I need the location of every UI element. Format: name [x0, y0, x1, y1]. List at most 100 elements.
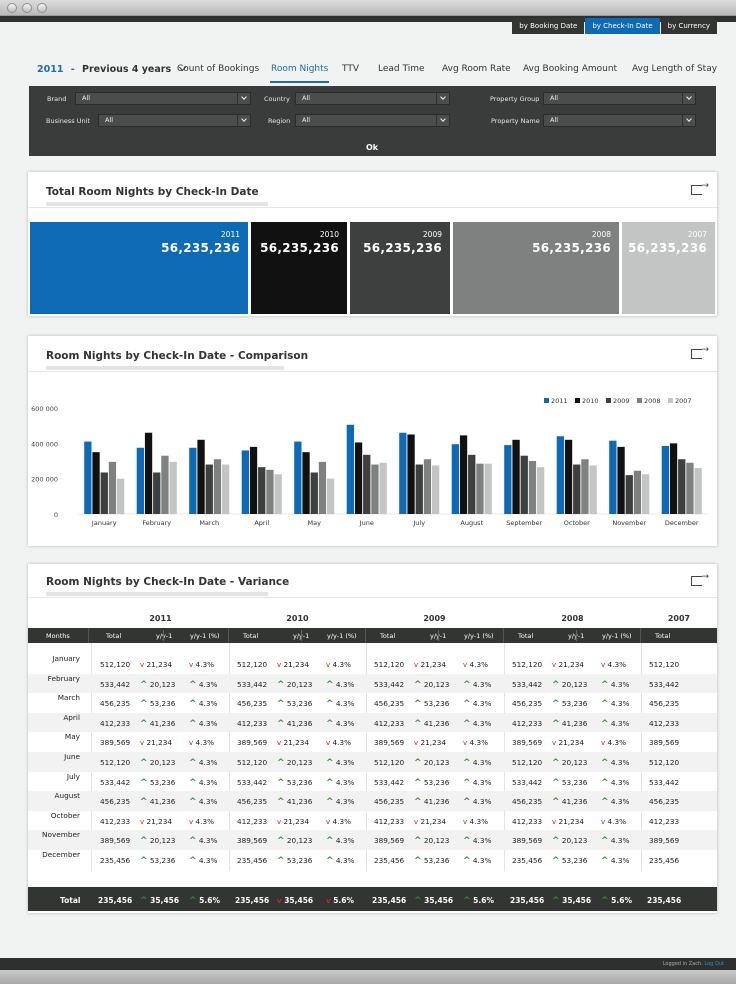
arrow-up-icon: ^ — [552, 777, 560, 788]
bar-2007-november — [642, 474, 650, 514]
total-cell-yy-pct: v 5.6% — [326, 896, 354, 905]
cell-yy-pct-value: 4.3% — [333, 836, 355, 846]
tab-avg-room-rate[interactable]: Avg Room Rate — [442, 64, 511, 74]
header-divider — [576, 630, 577, 641]
tab-ttv[interactable]: TTV — [342, 64, 359, 74]
cell-yy-value: 21,234 — [281, 660, 310, 669]
arrow-up-icon: ^ — [601, 896, 609, 906]
cell-yy-value: 21,234 — [144, 816, 173, 826]
cell-total: 512,120 — [100, 660, 131, 669]
arrow-up-icon: ^ — [601, 856, 609, 866]
bar-2008-may — [318, 461, 327, 514]
year-header-2011: 2011 — [149, 614, 172, 623]
tab-lead-time[interactable]: Lead Time — [378, 64, 425, 74]
bar-2011-january — [84, 441, 92, 514]
cell-yy: ^ 53,236 — [414, 699, 449, 709]
y-tick-label: 600 000 — [31, 405, 58, 413]
tab-avg-length-of-stay[interactable]: Avg Length of Stay — [632, 64, 717, 74]
property-group-select[interactable]: All — [543, 92, 696, 105]
cell-yy: ^ 41,236 — [414, 719, 449, 729]
total-cell-yy-pct-value: 5.6% — [196, 896, 220, 905]
total-tile-2008[interactable]: 2008 56,235,236 — [453, 222, 619, 314]
x-tick-label: August — [460, 519, 483, 527]
cell-total: 533,442 — [512, 679, 543, 689]
period-separator: - — [70, 64, 75, 75]
bar-2008-november — [633, 470, 642, 514]
export-icon[interactable] — [691, 572, 709, 586]
total-tile-2007[interactable]: 2007 56,235,236 — [622, 222, 715, 314]
cell-yy-value: 53,236 — [284, 699, 313, 709]
window-close-button[interactable] — [7, 3, 17, 13]
cell-yy-pct-value: 4.3% — [467, 660, 489, 669]
cell-yy: v 21,234 — [414, 738, 446, 747]
bar-2010-september — [512, 439, 520, 514]
x-tick-label: July — [412, 519, 425, 527]
bar-2007-may — [327, 478, 335, 514]
cell-yy-value: 41,236 — [147, 718, 176, 728]
month-label: February — [47, 673, 80, 683]
arrow-up-icon: ^ — [326, 777, 334, 788]
cell-total: 412,233 — [100, 816, 131, 826]
cell-yy-pct: v 4.3% — [601, 660, 626, 669]
cell-yy-pct: ^ 4.3% — [601, 699, 629, 709]
x-tick-label: May — [308, 519, 322, 527]
arrow-up-icon: ^ — [552, 679, 560, 690]
region-select[interactable]: All — [295, 114, 450, 127]
property-name-select[interactable]: All — [543, 114, 696, 127]
cell-yy-pct-value: 4.3% — [608, 836, 630, 846]
arrow-up-icon: ^ — [463, 758, 471, 768]
cell-total: 389,569 — [374, 738, 405, 748]
tile-year: 2010 — [319, 230, 339, 239]
export-icon[interactable] — [691, 181, 709, 195]
view-tab-currency[interactable]: by Currency — [660, 18, 717, 34]
month-label: June — [64, 752, 80, 761]
cell-yy: ^ 53,236 — [140, 778, 175, 788]
arrow-up-icon: ^ — [463, 896, 471, 906]
window-maximize-button[interactable] — [37, 3, 47, 13]
cell-yy-pct: ^ 4.3% — [463, 680, 491, 690]
tab-count-of-bookings[interactable]: Count of Bookings — [177, 64, 259, 74]
arrow-up-icon: ^ — [326, 679, 334, 690]
table-header-row: MonthsTotaly/y-1y/y-1 (%)Totaly/y-1y/y-1… — [28, 628, 717, 643]
cell-total: 235,456 — [512, 856, 543, 865]
view-tab-booking-date[interactable]: by Booking Date — [512, 18, 585, 34]
cell-yy-pct-value: 4.3% — [333, 758, 355, 767]
cell-total: 533,442 — [374, 777, 405, 787]
country-select[interactable]: All — [295, 92, 450, 105]
view-tab-check-in-date[interactable]: by Check-In Date — [585, 18, 660, 34]
bar-2009-july — [415, 464, 423, 514]
business-unit-select[interactable]: All — [98, 114, 251, 127]
table-row: May 389,569 v 21,234 v 4.3% 389,569 v 21,234 v… — [28, 732, 717, 752]
brand-select[interactable]: All — [75, 92, 251, 105]
cell-total: 456,235 — [512, 797, 543, 807]
logout-link[interactable]: Log Out — [704, 961, 724, 967]
arrow-up-icon: ^ — [189, 896, 197, 906]
period-selector[interactable]: 2011 - Previous 4 years — [37, 63, 187, 75]
y-tick-label: 200 000 — [31, 476, 58, 484]
month-label: August — [54, 791, 80, 801]
tab-room-nights[interactable]: Room Nights — [269, 64, 330, 83]
cell-yy-pct-value: 4.3% — [470, 797, 492, 807]
window-minimize-button[interactable] — [22, 3, 32, 13]
arrow-up-icon: ^ — [140, 758, 148, 768]
month-label: May — [64, 732, 80, 742]
bar-2009-january — [100, 472, 108, 514]
cell-yy-pct-value: 4.3% — [333, 699, 355, 709]
x-tick-label: September — [506, 519, 542, 527]
bar-2007-february — [169, 461, 177, 514]
cell-total: 512,120 — [649, 660, 680, 669]
total-tile-2011[interactable]: 2011 56,235,236 — [30, 222, 248, 314]
bar-2008-january — [108, 461, 117, 514]
legend-swatch-2011 — [544, 398, 549, 403]
tile-value: 56,235,236 — [363, 241, 442, 255]
tab-avg-booking-amount[interactable]: Avg Booking Amount — [523, 64, 617, 74]
arrow-up-icon: ^ — [140, 679, 148, 690]
total-tile-2010[interactable]: 2010 56,235,236 — [251, 222, 347, 314]
cell-yy-value: 53,236 — [284, 856, 313, 865]
cell-yy-pct: ^ 4.3% — [601, 758, 629, 768]
arrow-up-icon: ^ — [189, 836, 197, 847]
cell-yy-pct: ^ 4.3% — [463, 778, 491, 788]
arrow-up-icon: ^ — [189, 758, 197, 768]
total-tile-2009[interactable]: 2009 56,235,236 — [350, 222, 450, 314]
cell-total: 456,235 — [374, 797, 405, 807]
